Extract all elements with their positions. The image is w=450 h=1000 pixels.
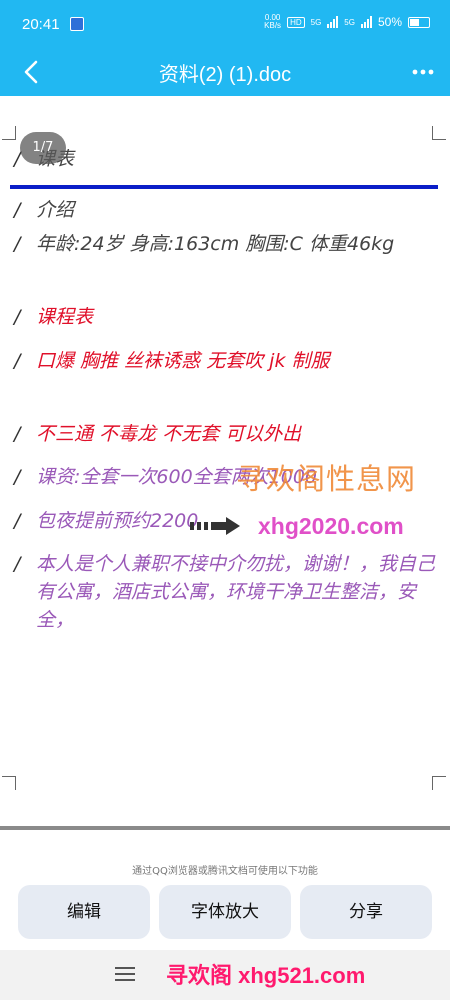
paragraph-text: 不三通 不毒龙 不无套 可以外出 [36,423,302,445]
network-type-2: 5G [344,17,355,27]
network-speed: 0.00 KB/s [264,14,281,30]
hamburger-menu-icon[interactable] [115,966,135,982]
more-dots-icon[interactable] [408,60,438,84]
status-time: 20:41 [22,16,60,33]
paragraph: / 不三通 不毒龙 不无套 可以外出 [14,420,439,448]
paragraph-text: 本人是个人兼职不接中介勿扰，谢谢！，我自己有公寓，酒店式公寓，环境干净卫生整洁，… [36,553,436,631]
share-button[interactable]: 分享 [300,885,432,939]
watermark-site-url: xhg2020.com [258,513,404,539]
signal-icon-2 [360,16,372,28]
crop-mark-bottom-left [2,776,16,790]
edit-button[interactable]: 编辑 [18,885,150,939]
paragraph-mark: / [14,350,21,372]
paragraph-mark: / [14,553,21,575]
paragraph: / 介绍 [14,196,439,224]
watermark-site-name: 寻欢阁性息网 [236,462,417,496]
notification-app-icon [70,17,84,31]
page-indicator: 1/7 [20,132,66,164]
network-speed-unit: KB/s [264,21,282,30]
paragraph-text: 课表 [36,145,439,173]
paragraph-mark: / [14,466,21,488]
status-right-group: 0.00 KB/s HD 5G 5G 50% [264,14,430,30]
crop-mark-bottom-right [432,776,446,790]
feature-hint: 通过QQ浏览器或腾讯文档可使用以下功能 [132,866,318,877]
arrow-right-icon [190,517,240,535]
paragraph: / 口爆 胸推 丝袜诱惑 无套吹 jk 制服 [14,347,439,375]
heading-rule [10,185,438,189]
paragraph-text: 课程表 [36,306,94,328]
paragraph-text: 年龄:24岁 身高:163cm 胸围:C 体重46kg [36,233,395,255]
paragraph-mark: / [14,423,21,445]
enlarge-font-button[interactable]: 字体放大 [159,885,291,939]
hd-badge: HD [287,16,305,28]
status-bar: 20:41 0.00 KB/s HD 5G 5G 50% [0,0,450,48]
paragraph-mark: / [14,306,21,328]
network-type-1: 5G [310,17,322,27]
paragraph: / 课程表 [14,303,439,331]
crop-mark-top-left [2,126,16,140]
paragraph-text: 口爆 胸推 丝袜诱惑 无套吹 jk 制服 [36,350,330,372]
app-title-bar: 资料(2) (1).doc [0,48,450,96]
paragraph-mark: / [14,233,21,255]
paragraph-mark: / [14,510,21,532]
watermark-bottom: 寻欢阁 xhg521.com [166,963,366,988]
battery-percent: 50% [377,15,402,29]
paragraph-text: 介绍 [36,199,75,221]
paragraph: / 年龄:24岁 身高:163cm 胸围:C 体重46kg [14,230,439,258]
paragraph-mark: / [14,199,21,221]
paragraph: / 本人是个人兼职不接中介勿扰，谢谢！，我自己有公寓，酒店式公寓，环境干净卫生整… [14,550,439,634]
document-title: 资料(2) (1).doc [158,64,292,86]
signal-icon-1 [327,16,339,28]
paragraph-heading: / 课表 [14,145,439,173]
page-divider [0,826,450,830]
crop-mark-top-right [432,126,446,140]
battery-icon [408,16,430,28]
